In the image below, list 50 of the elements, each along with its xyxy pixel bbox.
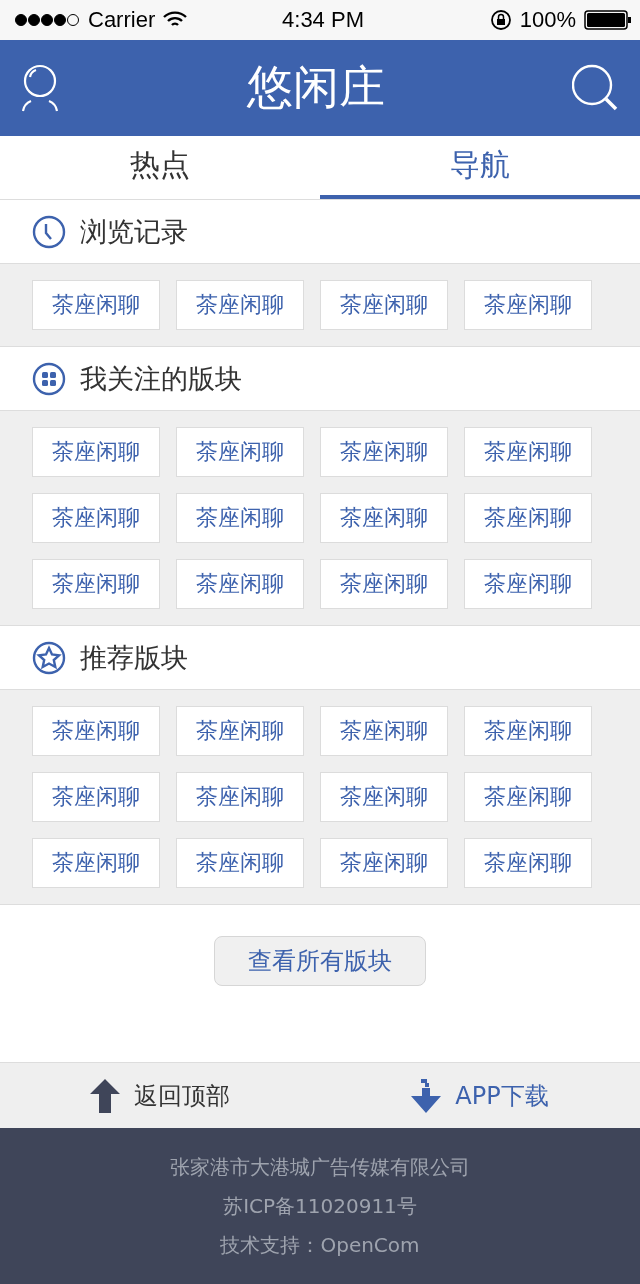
section-title: 推荐版块: [80, 640, 188, 675]
board-button[interactable]: 茶座闲聊: [32, 427, 160, 477]
board-button[interactable]: 茶座闲聊: [32, 772, 160, 822]
board-button[interactable]: 茶座闲聊: [176, 838, 304, 888]
board-button[interactable]: 茶座闲聊: [32, 838, 160, 888]
app-title: 悠闲庄: [247, 59, 385, 116]
board-button[interactable]: 茶座闲聊: [176, 493, 304, 543]
board-button[interactable]: 茶座闲聊: [320, 559, 448, 609]
footer-text: 技术支持：OpenCom: [220, 1231, 420, 1259]
download-arrow-icon: [411, 1078, 442, 1113]
board-button[interactable]: 茶座闲聊: [464, 838, 592, 888]
board-button[interactable]: 茶座闲聊: [32, 706, 160, 756]
board-button[interactable]: 茶座闲聊: [176, 706, 304, 756]
up-arrow-icon: [90, 1078, 120, 1113]
board-button[interactable]: 茶座闲聊: [464, 280, 592, 330]
section-title: 我关注的版块: [80, 361, 242, 396]
board-button[interactable]: 茶座闲聊: [32, 493, 160, 543]
board-button[interactable]: 茶座闲聊: [320, 493, 448, 543]
download-button[interactable]: APP下载: [320, 1063, 640, 1128]
board-button[interactable]: 茶座闲聊: [176, 427, 304, 477]
section-title: 浏览记录: [80, 214, 188, 249]
board-button[interactable]: 茶座闲聊: [464, 772, 592, 822]
clock-time: 4:34 PM: [282, 7, 364, 33]
board-button[interactable]: 茶座闲聊: [464, 706, 592, 756]
board-button[interactable]: 茶座闲聊: [320, 280, 448, 330]
footer-text: 张家港市大港城广告传媒有限公司: [170, 1153, 470, 1181]
search-icon[interactable]: [572, 64, 620, 112]
user-icon[interactable]: [20, 64, 60, 112]
battery-percent: 100%: [519, 7, 576, 33]
board-button[interactable]: 茶座闲聊: [320, 772, 448, 822]
board-button[interactable]: 茶座闲聊: [176, 280, 304, 330]
board-button[interactable]: 茶座闲聊: [32, 559, 160, 609]
back-to-top-button[interactable]: 返回顶部: [0, 1063, 320, 1128]
board-button[interactable]: 茶座闲聊: [320, 706, 448, 756]
board-button[interactable]: 茶座闲聊: [320, 838, 448, 888]
grid-icon: [32, 361, 66, 396]
board-button[interactable]: 茶座闲聊: [464, 559, 592, 609]
board-button[interactable]: 茶座闲聊: [320, 427, 448, 477]
battery-icon: [584, 10, 632, 30]
board-button[interactable]: 茶座闲聊: [32, 280, 160, 330]
board-button[interactable]: 茶座闲聊: [464, 493, 592, 543]
rotation-lock-icon: [489, 9, 512, 31]
footer-text: 苏ICP备11020911号: [223, 1192, 417, 1220]
signal-icon: [14, 13, 80, 27]
clock-icon: [32, 214, 66, 249]
board-button[interactable]: 茶座闲聊: [176, 559, 304, 609]
carrier-name: Carrier: [88, 7, 156, 33]
board-button[interactable]: 茶座闲聊: [176, 772, 304, 822]
view-all-button[interactable]: 查看所有版块: [214, 936, 426, 986]
board-button[interactable]: 茶座闲聊: [464, 427, 592, 477]
